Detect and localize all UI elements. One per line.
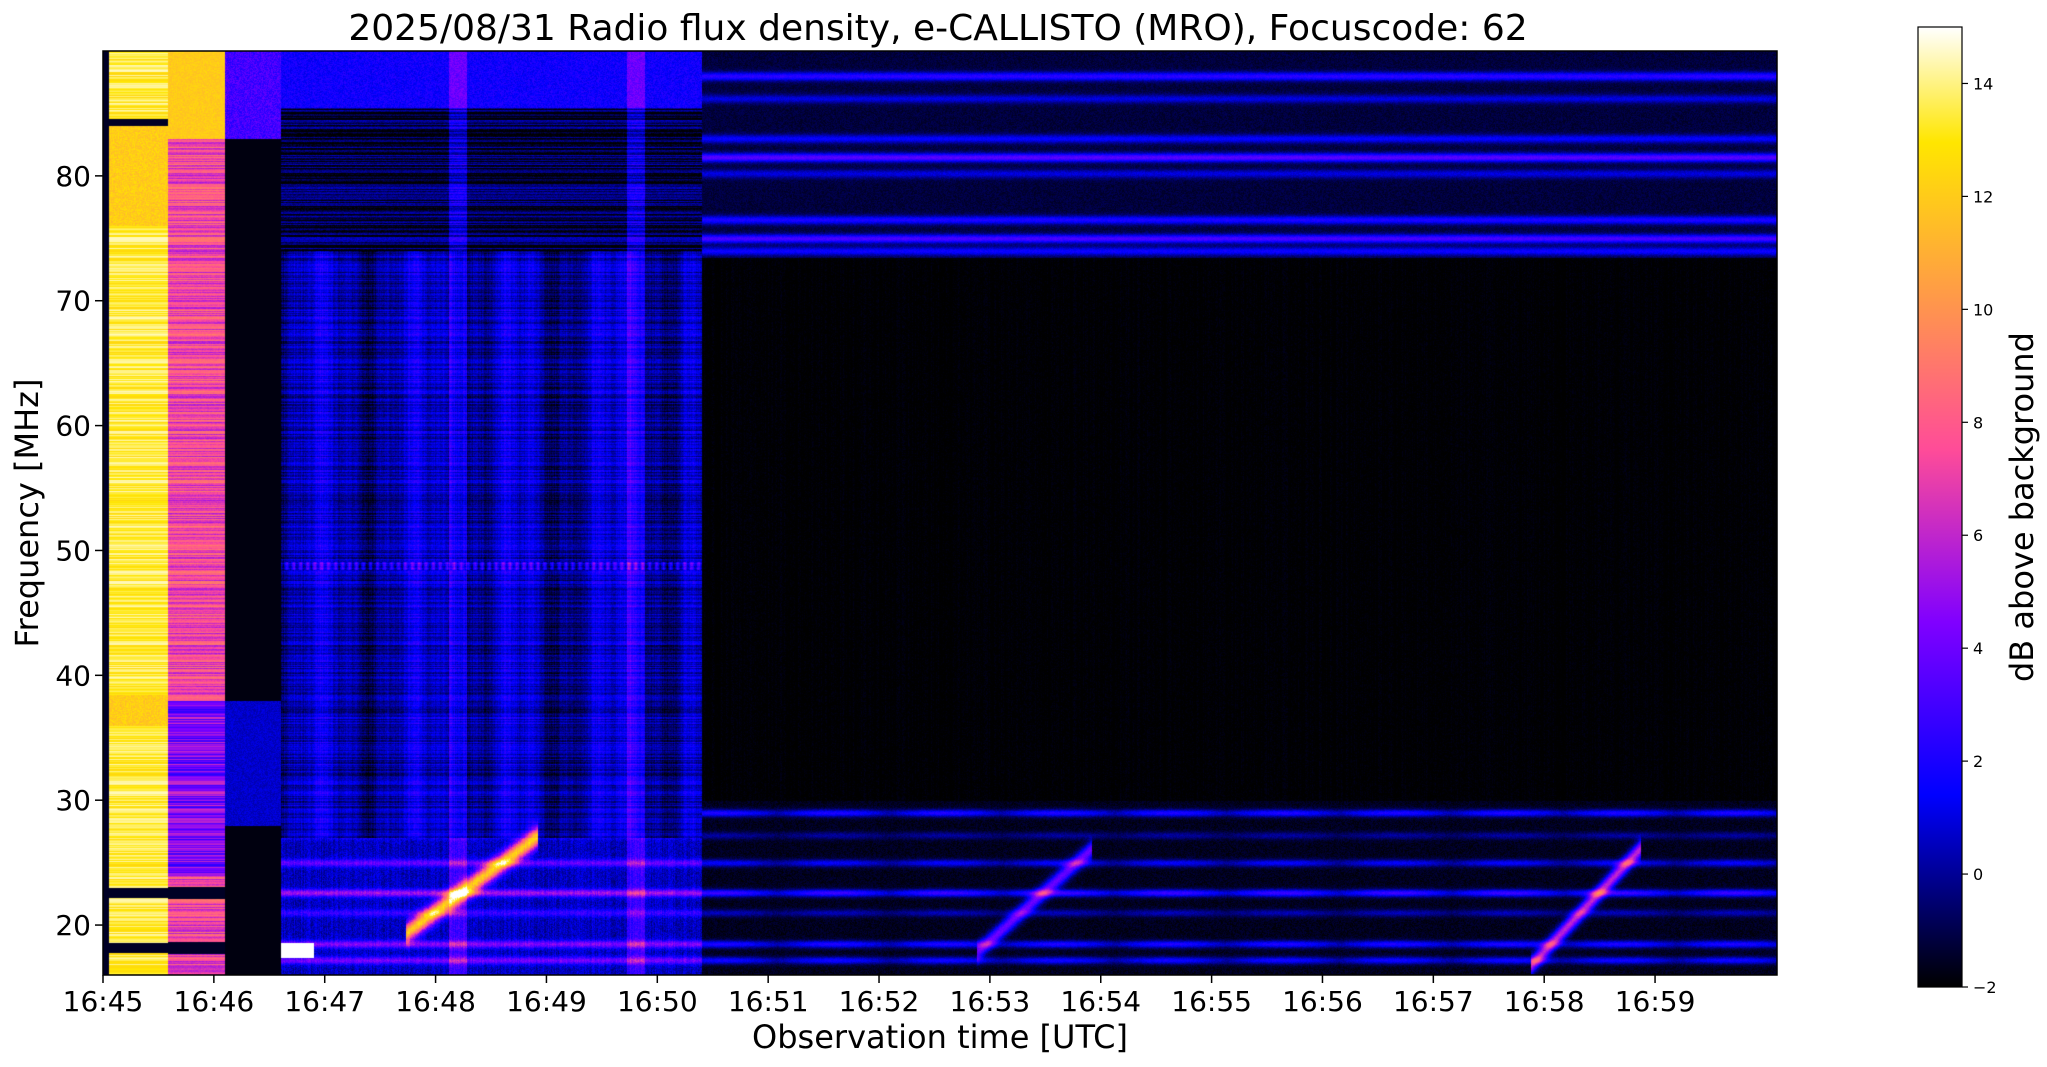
colorbar-tick-label: 14 (1973, 74, 1993, 93)
colorbar-tick-label: 12 (1973, 187, 1993, 206)
x-tick-label: 16:59 (1615, 985, 1696, 1018)
colorbar-tick-label: 8 (1973, 413, 1983, 432)
spectrogram-heatmap (103, 51, 1777, 975)
x-tick-label: 16:46 (174, 985, 255, 1018)
y-tick-label: 40 (55, 659, 91, 692)
x-tick-label: 16:53 (950, 985, 1031, 1018)
colorbar-tick-label: 6 (1973, 526, 1983, 545)
x-tick-label: 16:50 (617, 985, 698, 1018)
x-tick-label: 16:45 (63, 985, 144, 1018)
y-tick-label: 30 (55, 784, 91, 817)
colorbar-ticks: −2 0 2 4 6 8 10 12 14 (1962, 74, 1997, 997)
x-tick-label: 16:52 (839, 985, 920, 1018)
y-tick-label: 50 (55, 534, 91, 567)
y-axis: 20 30 40 50 60 70 80 (55, 160, 103, 942)
colorbar-tick-label: 2 (1973, 752, 1983, 771)
y-tick-label: 20 (55, 909, 91, 942)
y-axis-label: Frequency [MHz] (8, 379, 46, 648)
x-tick-label: 16:57 (1393, 985, 1474, 1018)
colorbar-tick-label: 10 (1973, 300, 1993, 319)
x-tick-label: 16:51 (728, 985, 809, 1018)
x-tick-label: 16:54 (1060, 985, 1141, 1018)
colorbar: −2 0 2 4 6 8 10 12 14 dB above background (1917, 26, 2041, 997)
x-axis: 16:45 16:46 16:47 16:48 16:49 16:50 16:51 16:52… (63, 975, 1696, 1018)
y-tick-label: 60 (55, 410, 91, 443)
colorbar-scale (1917, 26, 1963, 988)
y-tick-label: 80 (55, 160, 91, 193)
colorbar-tick-label: 4 (1973, 639, 1983, 658)
x-tick-label: 16:56 (1282, 985, 1363, 1018)
colorbar-label: dB above background (2003, 332, 2041, 682)
y-tick-label: 70 (55, 285, 91, 318)
x-tick-label: 16:48 (395, 985, 476, 1018)
spectrogram-image-frame (103, 51, 1777, 975)
x-tick-label: 16:55 (1171, 985, 1252, 1018)
colorbar-tick-label: −2 (1973, 978, 1997, 997)
colorbar-tick-label: 0 (1973, 865, 1983, 884)
spectrogram-figure: 2025/08/31 Radio flux density, e-CALLIST… (8, 8, 2041, 1056)
chart-title: 2025/08/31 Radio flux density, e-CALLIST… (348, 8, 1527, 49)
x-axis-label: Observation time [UTC] (752, 1018, 1128, 1056)
x-tick-label: 16:47 (284, 985, 365, 1018)
x-tick-label: 16:49 (506, 985, 587, 1018)
x-tick-label: 16:58 (1504, 985, 1585, 1018)
